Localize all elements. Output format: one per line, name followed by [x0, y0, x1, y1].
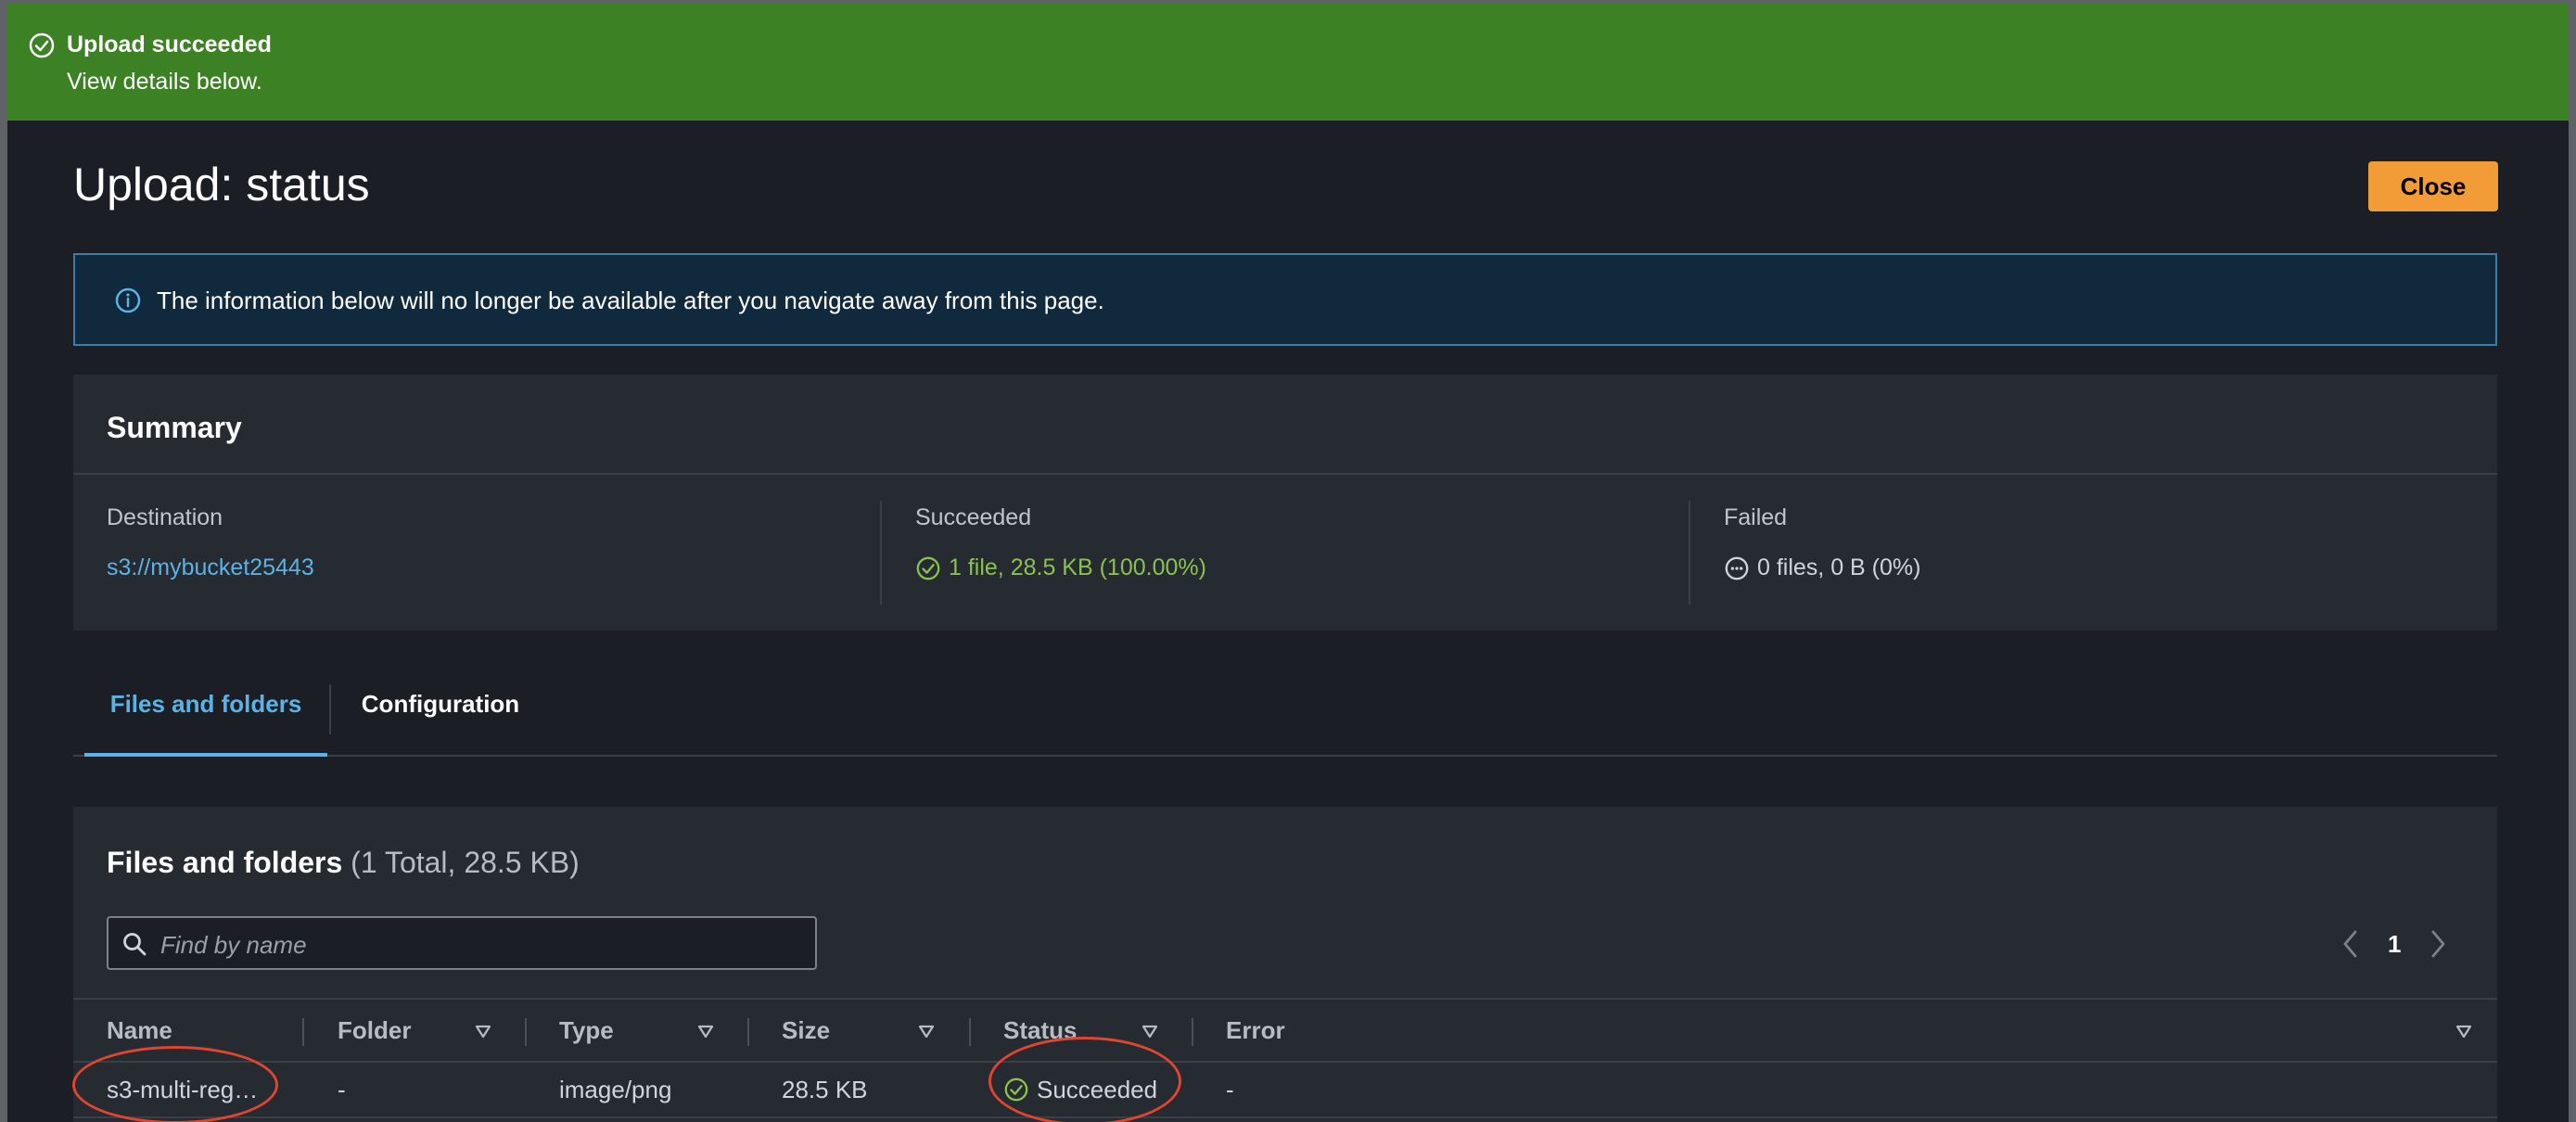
- filter-caret-icon[interactable]: [474, 1022, 492, 1040]
- page-number[interactable]: 1: [2388, 930, 2401, 959]
- summary-title: Summary: [107, 411, 242, 444]
- succeeded-text: 1 file, 28.5 KB (100.00%): [949, 555, 1206, 580]
- filter-caret-icon[interactable]: [2455, 1022, 2473, 1040]
- close-button[interactable]: Close: [2368, 161, 2498, 211]
- column-header-label: Type: [559, 1015, 614, 1044]
- failed-value: 0 files, 0 B (0%): [1724, 555, 1920, 581]
- app-window: Upload succeeded View details below. Upl…: [7, 4, 2569, 1122]
- file-status-text: Succeeded: [1037, 1075, 1158, 1103]
- check-circle-icon: [916, 556, 940, 580]
- tab-files-and-folders[interactable]: Files and folders: [84, 653, 327, 757]
- column-header-label: Status: [1003, 1015, 1078, 1044]
- info-alert: The information below will no longer be …: [73, 253, 2497, 346]
- file-error: -: [1226, 1075, 1234, 1103]
- chevron-right-icon[interactable]: [2429, 928, 2447, 960]
- column-separator[interactable]: [1192, 1018, 1193, 1046]
- column-separator[interactable]: [747, 1018, 749, 1046]
- check-circle-icon: [1004, 1077, 1028, 1102]
- column-separator[interactable]: [969, 1018, 971, 1046]
- summary-panel: Summary Destination s3://mybucket25443 S…: [73, 375, 2497, 631]
- file-type: image/png: [559, 1075, 672, 1103]
- file-folder: -: [338, 1075, 346, 1103]
- column-header-error[interactable]: Error: [1226, 1000, 1504, 1061]
- column-header-type[interactable]: Type: [559, 1000, 745, 1061]
- table-header: Name Folder Type Size Status Error: [73, 998, 2497, 1063]
- files-title-text: Files and folders: [107, 846, 343, 879]
- filter-caret-icon[interactable]: [696, 1022, 715, 1040]
- info-alert-text: The information below will no longer be …: [157, 287, 1104, 314]
- file-name-link[interactable]: s3-multi-reg…: [107, 1063, 258, 1116]
- page-title: Upload: status: [73, 159, 370, 210]
- flash-message: View details below.: [67, 69, 262, 95]
- failed-text: 0 files, 0 B (0%): [1757, 555, 1921, 580]
- ellipsis-circle-icon: [1725, 556, 1749, 580]
- column-header-label: Size: [782, 1015, 831, 1044]
- chevron-left-icon[interactable]: [2341, 928, 2360, 960]
- column-header-folder[interactable]: Folder: [338, 1000, 523, 1061]
- column-separator[interactable]: [525, 1018, 527, 1046]
- summary-destination: Destination s3://mybucket25443: [73, 475, 880, 631]
- summary-header: Summary: [73, 375, 2497, 475]
- column-separator[interactable]: [302, 1018, 304, 1046]
- pagination: 1: [2341, 922, 2447, 966]
- success-flash-banner: Upload succeeded View details below.: [7, 4, 2569, 121]
- destination-link[interactable]: s3://mybucket25443: [107, 555, 314, 581]
- info-circle-icon: [115, 287, 141, 313]
- column-header-status[interactable]: Status: [1003, 1000, 1189, 1061]
- file-size: 28.5 KB: [782, 1075, 868, 1103]
- filter-caret-icon[interactable]: [1141, 1022, 1159, 1040]
- tab-configuration[interactable]: Configuration: [329, 653, 552, 755]
- search-icon: [123, 933, 147, 956]
- flash-title: Upload succeeded: [67, 32, 272, 57]
- files-panel-title: Files and folders (1 Total, 28.5 KB): [107, 846, 580, 880]
- succeeded-value: 1 file, 28.5 KB (100.00%): [915, 555, 1206, 581]
- files-and-folders-panel: Files and folders (1 Total, 28.5 KB) 1 N…: [73, 807, 2497, 1122]
- search-box: [107, 916, 817, 970]
- summary-failed: Failed 0 files, 0 B (0%): [1690, 475, 2497, 631]
- failed-label: Failed: [1724, 504, 1788, 530]
- column-header-size[interactable]: Size: [782, 1000, 967, 1061]
- column-header-label: Folder: [338, 1015, 412, 1044]
- search-input[interactable]: [159, 925, 802, 964]
- tab-bar: Files and folders Configuration: [73, 653, 2497, 757]
- summary-succeeded: Succeeded 1 file, 28.5 KB (100.00%): [882, 475, 1689, 631]
- filter-caret-icon[interactable]: [917, 1022, 936, 1040]
- table-row: s3-multi-reg… - image/png 28.5 KB Succee…: [73, 1063, 2497, 1118]
- column-header-label: Error: [1226, 1015, 1285, 1044]
- column-header-name[interactable]: Name: [107, 1000, 292, 1061]
- destination-label: Destination: [107, 504, 223, 530]
- check-circle-icon: [29, 32, 55, 58]
- succeeded-label: Succeeded: [915, 504, 1032, 530]
- files-count: (1 Total, 28.5 KB): [351, 846, 580, 879]
- file-status: Succeeded: [1003, 1063, 1157, 1116]
